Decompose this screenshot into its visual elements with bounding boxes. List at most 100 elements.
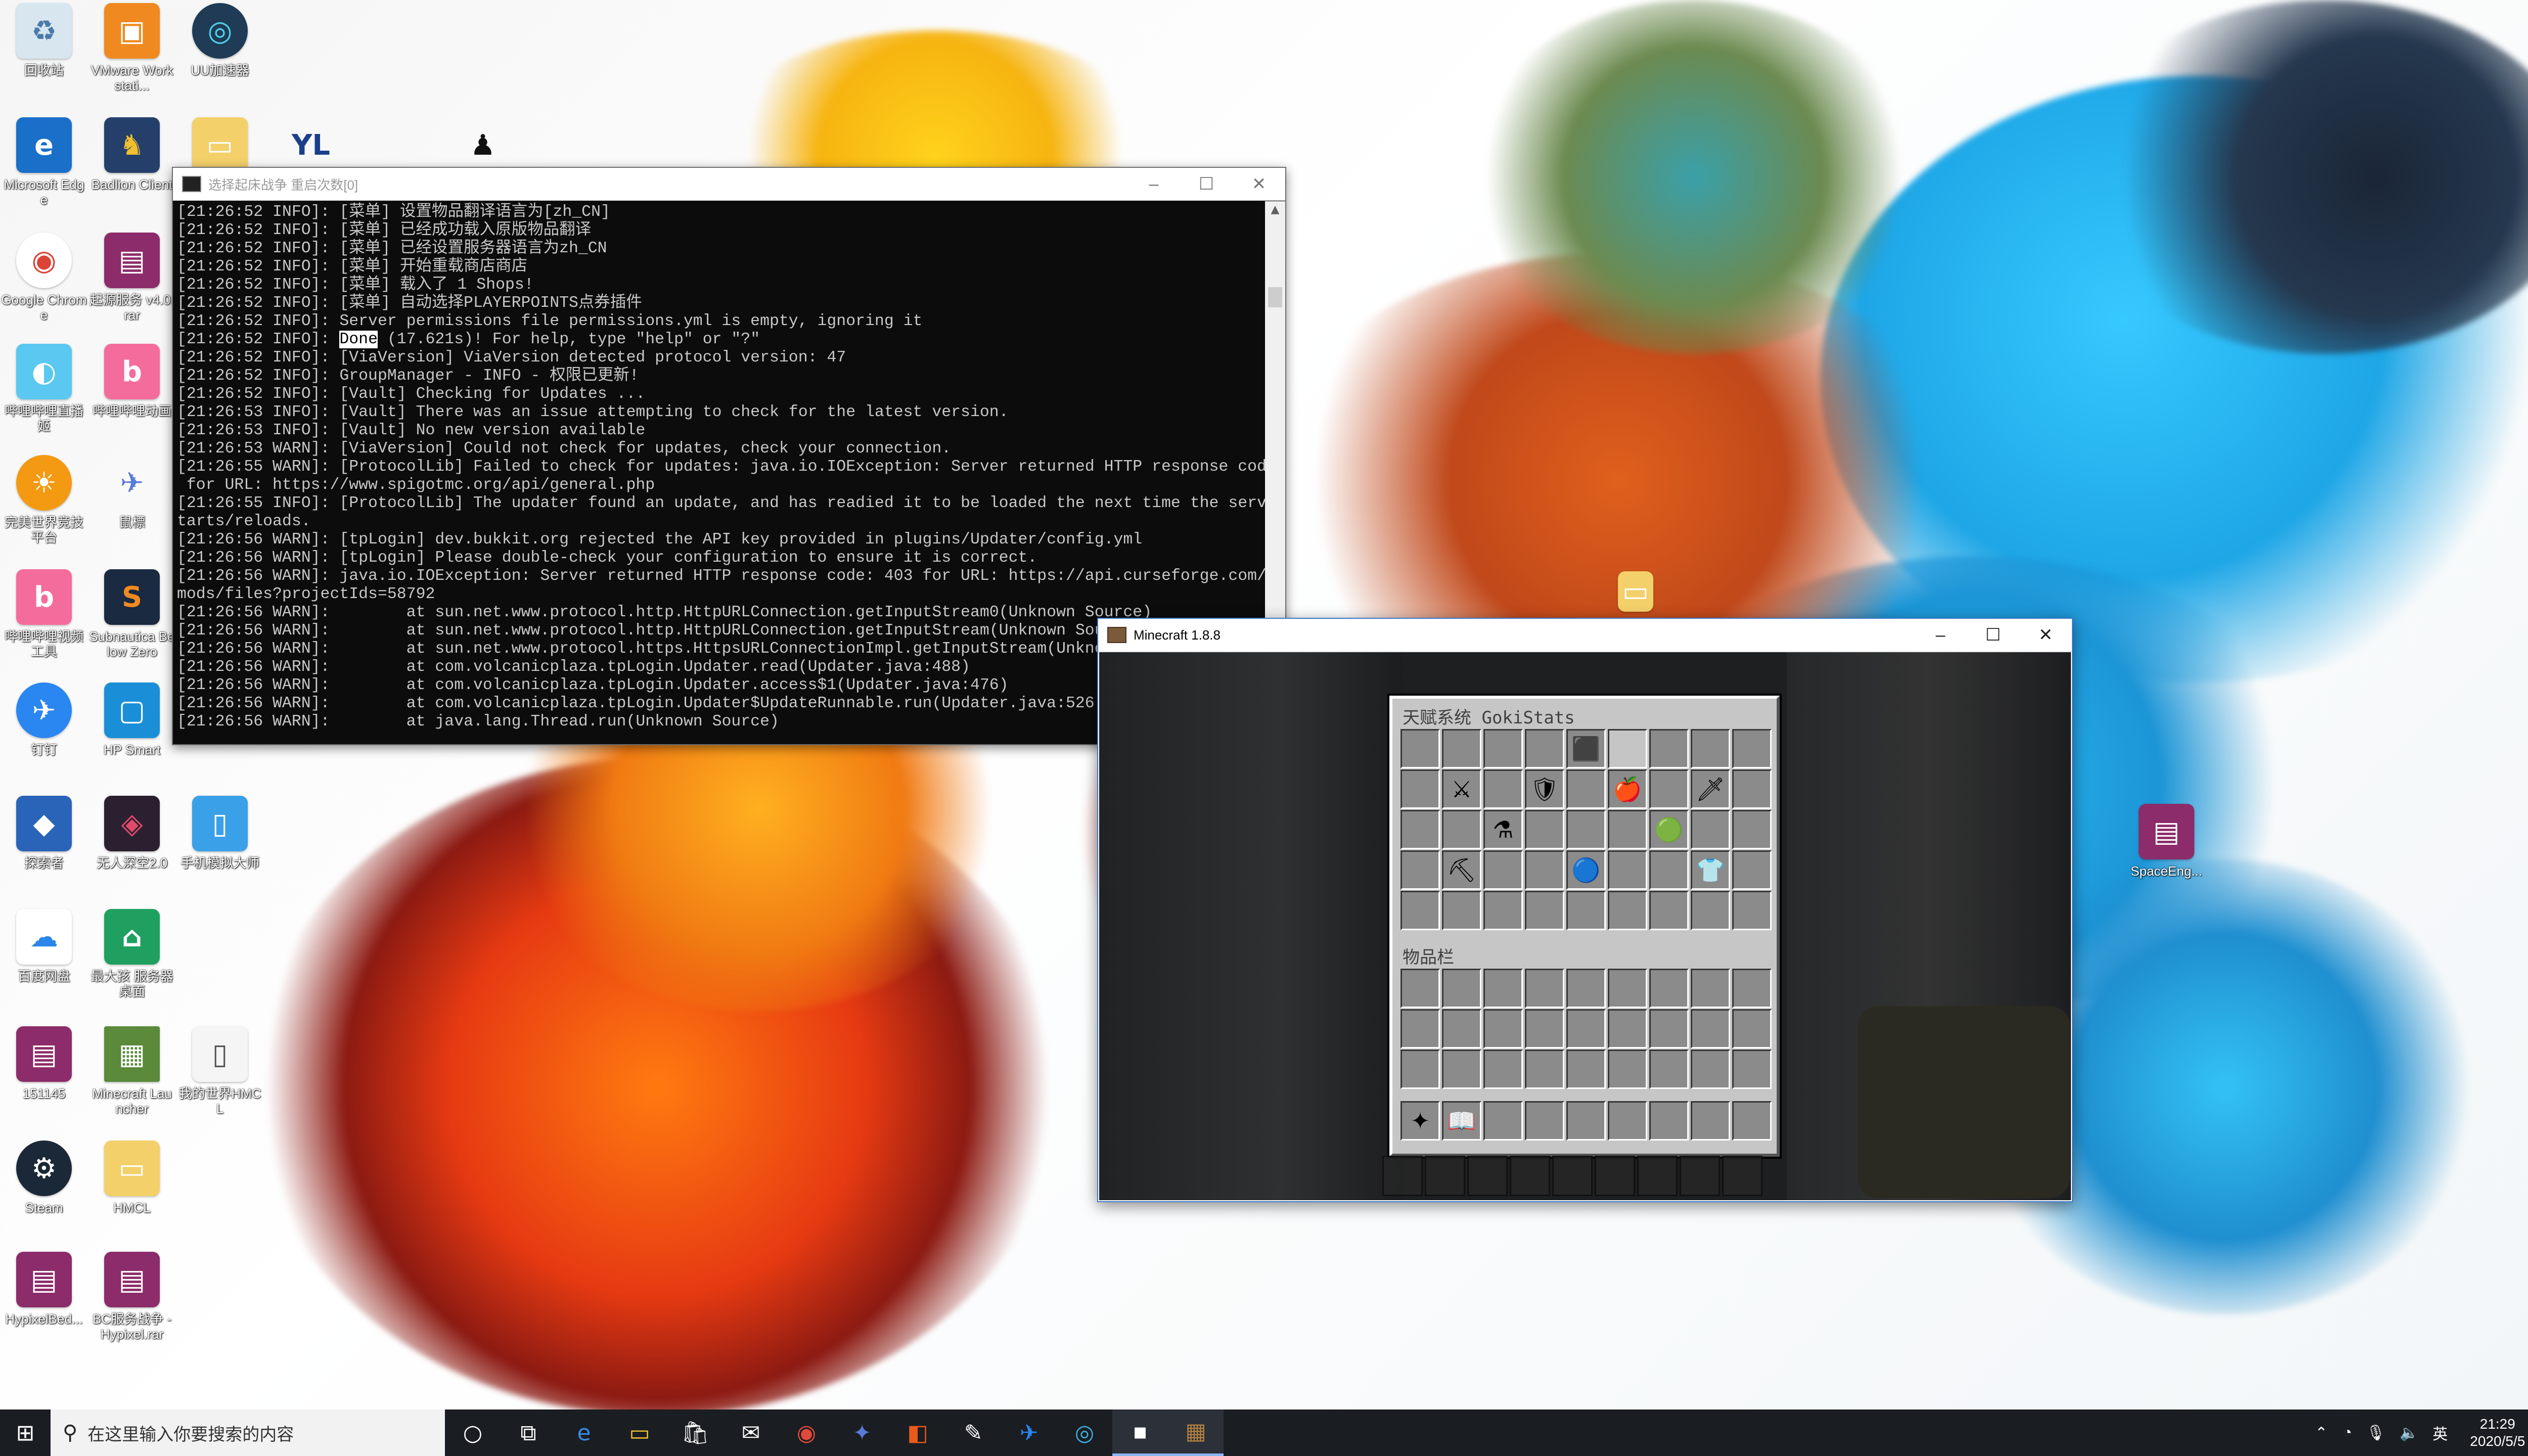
inventory-slot[interactable]: ⬛ xyxy=(1566,729,1606,768)
volume-icon[interactable]: 🔈 xyxy=(2400,1424,2418,1442)
edge-icon[interactable]: e Microsoft Edge xyxy=(1,117,87,207)
inventory-slot[interactable] xyxy=(1525,1101,1564,1141)
inventory-slot[interactable] xyxy=(1442,1009,1481,1049)
minecraft-titlebar[interactable]: Minecraft 1.8.8 – ☐ ✕ xyxy=(1098,619,2072,652)
inventory-slot[interactable] xyxy=(1608,1101,1647,1141)
inventory-slot[interactable] xyxy=(1608,1009,1647,1049)
inventory-slot[interactable] xyxy=(1649,1101,1689,1141)
dingtalk-icon[interactable]: ✈ 钉钉 xyxy=(1,682,87,757)
inventory-slot[interactable] xyxy=(1442,729,1481,768)
inventory-slot[interactable]: ⛏ xyxy=(1442,850,1481,890)
maximize-button[interactable]: ☐ xyxy=(1180,168,1233,200)
inventory-slot[interactable] xyxy=(1691,1101,1730,1141)
minecraft-taskbar-icon[interactable]: ▦ xyxy=(1168,1409,1224,1456)
inventory-slot[interactable] xyxy=(1442,891,1481,930)
hp-smart-icon[interactable]: ▢ HP Smart xyxy=(89,682,175,757)
phone-emulator-icon[interactable]: ▯ 手机模拟大师 xyxy=(177,796,263,871)
inventory-slot[interactable] xyxy=(1649,891,1689,930)
recycle-bin-icon[interactable]: ♻ 回收站 xyxy=(1,3,87,78)
vmware-icon[interactable]: ▣ VMware Workstati... xyxy=(89,3,175,93)
inventory-slot[interactable]: 📖 xyxy=(1442,1101,1481,1141)
inventory-slot[interactable]: 🔵 xyxy=(1566,850,1606,890)
inventory-slot[interactable]: 🛡 xyxy=(1525,769,1564,809)
inventory-slot[interactable] xyxy=(1401,1050,1440,1089)
console-titlebar[interactable]: 选择起床战争 重启次数[0] – ☐ ✕ xyxy=(173,168,1285,201)
inventory-slot[interactable] xyxy=(1566,891,1606,930)
dingtalk-taskbar-icon[interactable]: ✈ xyxy=(1001,1409,1057,1456)
hmcl-file-icon[interactable]: ▯ 我的世界HMCL xyxy=(177,1026,263,1116)
inventory-slot[interactable] xyxy=(1483,850,1523,890)
minecraft-window[interactable]: Minecraft 1.8.8 – ☐ ✕ 天赋系统 GokiStats ⬛ ⚔ 🛡… xyxy=(1097,618,2073,1202)
inventory-slot[interactable] xyxy=(1566,1101,1606,1141)
perfect-world-icon[interactable]: ☀ 完美世界竞技平台 xyxy=(1,455,87,545)
inventory-slot[interactable]: 🗡 xyxy=(1691,769,1730,809)
inventory-slot[interactable] xyxy=(1442,1050,1481,1089)
inventory-slot[interactable] xyxy=(1401,769,1440,809)
inventory-slot[interactable]: 🍎 xyxy=(1608,769,1647,809)
bilibili-live-icon[interactable]: ◐ 哔哩哔哩直播姬 xyxy=(1,344,87,434)
edge-taskbar-icon[interactable]: e xyxy=(556,1409,612,1456)
inventory-slot[interactable] xyxy=(1649,769,1689,809)
inventory-slot[interactable] xyxy=(1483,729,1523,768)
minecraft-launcher-icon[interactable]: ▦ Minecraft Launcher xyxy=(89,1026,175,1116)
ime-indicator[interactable]: 英 xyxy=(2432,1422,2448,1444)
chevron-up-icon[interactable]: ⌃ xyxy=(2315,1424,2328,1442)
inventory-slot[interactable] xyxy=(1649,1009,1689,1049)
subnautica-icon[interactable]: S Subnautica Below Zero xyxy=(89,569,175,659)
inventory-slot[interactable] xyxy=(1691,729,1730,768)
explorer-game-icon[interactable]: ◆ 探索者 xyxy=(1,796,87,871)
space-engineers-archive-icon[interactable]: ▤ SpaceEng... xyxy=(2124,804,2209,879)
game-viewport[interactable]: 天赋系统 GokiStats ⬛ ⚔ 🛡 🍎 🗡 ⚗ 🟢 ⛏ 🔵 👕 物品栏 ✦ 📖 xyxy=(1099,652,2071,1200)
inventory-slot[interactable] xyxy=(1483,769,1523,809)
inventory-slot[interactable] xyxy=(1732,891,1772,930)
taskbar-search[interactable]: ⚲ 在这里输入你要搜索的内容 xyxy=(51,1409,445,1456)
inventory-slot[interactable] xyxy=(1691,1050,1730,1089)
mc-maximize-button[interactable]: ☐ xyxy=(1967,619,2019,651)
inventory-slot[interactable] xyxy=(1483,1050,1523,1089)
inventory-slot[interactable] xyxy=(1566,769,1606,809)
inventory-slot[interactable] xyxy=(1732,1050,1772,1089)
inventory-slot[interactable]: 👕 xyxy=(1691,850,1730,890)
inventory-slot[interactable]: 🟢 xyxy=(1649,810,1689,849)
bilibili-tool-icon[interactable]: b 哔哩哔哩视频工具 xyxy=(1,569,87,659)
badlion-icon[interactable]: ♞ Badlion Client xyxy=(89,117,175,192)
inventory-slot[interactable] xyxy=(1608,1050,1647,1089)
inventory-slot[interactable] xyxy=(1691,1009,1730,1049)
steam-icon[interactable]: ⚙ Steam xyxy=(1,1141,87,1215)
inventory-slot[interactable] xyxy=(1566,1009,1606,1049)
paint-icon[interactable]: ✎ xyxy=(945,1409,1001,1456)
inventory-slot[interactable] xyxy=(1732,729,1772,768)
inventory-slot[interactable] xyxy=(1483,1009,1523,1049)
inventory-slot[interactable] xyxy=(1483,969,1523,1008)
inventory-slot[interactable] xyxy=(1442,969,1481,1008)
inventory-slot[interactable] xyxy=(1566,1050,1606,1089)
app-taskbar-icon[interactable]: ✦ xyxy=(834,1409,890,1456)
chrome-taskbar-icon[interactable]: ◉ xyxy=(779,1409,834,1456)
inventory-slot[interactable] xyxy=(1732,810,1772,849)
inventory-slot[interactable] xyxy=(1608,891,1647,930)
inventory-slot[interactable] xyxy=(1691,810,1730,849)
scroll-thumb[interactable] xyxy=(1268,287,1282,307)
file-explorer-icon[interactable]: ▭ xyxy=(612,1409,667,1456)
inventory-slot[interactable] xyxy=(1691,891,1730,930)
hypixel-bed-archive-icon[interactable]: ▤ HypixelBed... xyxy=(1,1252,87,1327)
inventory-slot[interactable] xyxy=(1732,769,1772,809)
inventory-slot[interactable] xyxy=(1401,729,1440,768)
mc-minimize-button[interactable]: – xyxy=(1914,619,1967,651)
cortana-icon[interactable]: ○ xyxy=(445,1409,501,1456)
inventory-slot[interactable]: ⚗ xyxy=(1483,810,1523,849)
inventory-slot[interactable] xyxy=(1442,810,1481,849)
archive-151145-icon[interactable]: ▤ 151145 xyxy=(1,1026,87,1101)
server-desktop-icon[interactable]: ⌂ 最大孩 服务器 桌面 xyxy=(89,909,175,999)
inventory-slot[interactable] xyxy=(1525,850,1564,890)
inventory-slot[interactable] xyxy=(1608,810,1647,849)
inventory-slot[interactable]: ⚔ xyxy=(1442,769,1481,809)
microphone-icon[interactable]: 🎙 xyxy=(2366,1424,2385,1442)
inventory-slot[interactable] xyxy=(1608,729,1647,768)
inventory-slot[interactable] xyxy=(1525,1050,1564,1089)
inventory-slot[interactable] xyxy=(1401,891,1440,930)
task-view-icon[interactable]: ⧉ xyxy=(501,1409,556,1456)
inventory-slot[interactable] xyxy=(1525,810,1564,849)
uu-accelerator-icon[interactable]: ◎ UU加速器 xyxy=(177,3,263,78)
inventory-slot[interactable]: ✦ xyxy=(1401,1101,1440,1141)
